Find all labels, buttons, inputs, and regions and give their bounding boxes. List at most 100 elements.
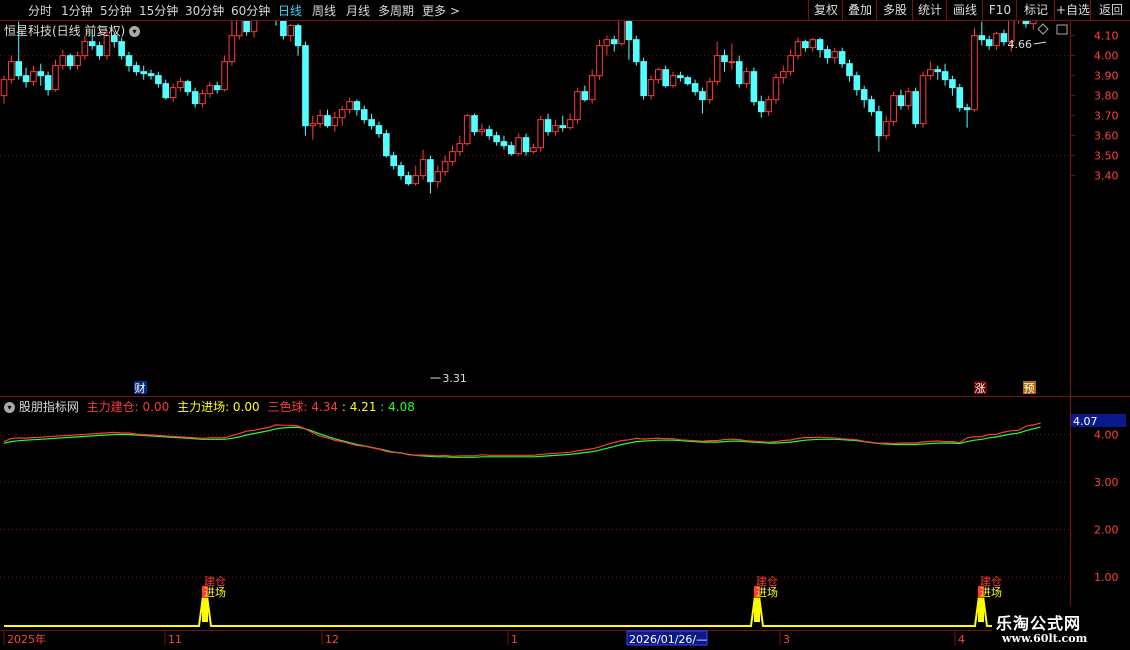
candle bbox=[655, 67, 662, 84]
price-tick-label-11: 3.50 bbox=[1094, 150, 1119, 163]
candle-body bbox=[360, 109, 368, 121]
toolbar-button-3[interactable]: 统计 bbox=[912, 0, 947, 20]
candle-body bbox=[647, 79, 655, 97]
toolbar-button-7[interactable]: +自选 bbox=[1054, 0, 1091, 20]
candle-body bbox=[66, 55, 74, 67]
stock-title[interactable]: 恒星科技(日线 前复权) ▾ bbox=[4, 22, 141, 39]
candle-body bbox=[978, 35, 986, 41]
candle bbox=[456, 135, 464, 156]
candle-body bbox=[390, 155, 397, 167]
candle-body bbox=[684, 77, 692, 85]
period-tab-5[interactable]: 60分钟 bbox=[231, 2, 270, 19]
candle-body bbox=[338, 109, 346, 119]
candle bbox=[162, 79, 170, 100]
candle-body bbox=[1029, 21, 1037, 25]
candle-body bbox=[37, 71, 45, 77]
candle bbox=[618, 21, 625, 46]
toolbar-button-0[interactable]: 复权 bbox=[808, 0, 843, 20]
candle bbox=[360, 105, 368, 124]
candle-body bbox=[162, 83, 170, 99]
candle-body bbox=[596, 45, 603, 77]
candle bbox=[905, 87, 912, 110]
candle-body bbox=[405, 175, 412, 185]
period-tab-3[interactable]: 15分钟 bbox=[139, 2, 178, 19]
candle bbox=[647, 75, 655, 100]
toolbar-button-8[interactable]: 返回 bbox=[1090, 0, 1130, 20]
candle-body bbox=[515, 137, 522, 155]
indicator-title[interactable]: ▾ 股朋指标网 主力建仓: 0.00 主力进场: 0.00 三色球: 4.34 … bbox=[4, 398, 415, 415]
period-tab-10[interactable]: 更多 > bbox=[422, 2, 460, 19]
candle-body bbox=[478, 129, 486, 133]
price-tick-label-4: 4.20 bbox=[1094, 21, 1119, 23]
current-value-label: 4.07 bbox=[1073, 415, 1098, 428]
candle bbox=[610, 35, 618, 52]
candle-body bbox=[794, 41, 802, 57]
signal-label-bottom-2: 进场 bbox=[980, 585, 1002, 599]
candle-body bbox=[199, 93, 206, 105]
candle bbox=[603, 35, 611, 56]
candle-body bbox=[147, 73, 155, 77]
candle bbox=[324, 109, 331, 128]
candle bbox=[853, 71, 861, 96]
candle bbox=[978, 21, 986, 46]
toolbar-button-5[interactable]: F10 bbox=[982, 0, 1017, 20]
candle-body bbox=[118, 41, 125, 57]
ind-tick-label-0: 4.00 bbox=[1094, 429, 1119, 442]
candle-body bbox=[949, 79, 956, 89]
candle bbox=[441, 155, 449, 176]
period-tab-9[interactable]: 多周期 bbox=[378, 2, 414, 19]
candle bbox=[397, 161, 405, 180]
toolbar-button-2[interactable]: 多股 bbox=[876, 0, 913, 20]
period-tab-1[interactable]: 1分钟 bbox=[61, 2, 93, 19]
candle-body bbox=[294, 25, 302, 47]
candle bbox=[44, 71, 52, 96]
watermark-line1: 乐淘公式网 bbox=[996, 614, 1082, 633]
candle-body bbox=[397, 165, 405, 177]
candle bbox=[52, 59, 59, 92]
period-tab-8[interactable]: 月线 bbox=[346, 2, 370, 19]
candle-body bbox=[8, 61, 15, 81]
candle bbox=[743, 67, 750, 88]
toolbar-button-1[interactable]: 叠加 bbox=[842, 0, 877, 20]
candle bbox=[316, 109, 324, 128]
candle bbox=[191, 87, 199, 108]
candle bbox=[699, 87, 706, 114]
high-label: 4.66 bbox=[1008, 38, 1033, 51]
toolbar-button-6[interactable]: 标记 bbox=[1016, 0, 1055, 20]
title-dropdown-icon[interactable]: ▾ bbox=[129, 26, 141, 37]
period-tab-4[interactable]: 30分钟 bbox=[185, 2, 224, 19]
candle-body bbox=[559, 125, 567, 129]
candle bbox=[81, 35, 89, 60]
candle bbox=[500, 135, 508, 150]
candle-body bbox=[243, 21, 250, 33]
candle bbox=[632, 35, 640, 66]
candle bbox=[485, 125, 493, 140]
candle bbox=[213, 81, 221, 94]
candle bbox=[765, 95, 772, 116]
candle-body bbox=[493, 135, 500, 143]
candle bbox=[713, 41, 721, 86]
toolbar-button-4[interactable]: 画线 bbox=[946, 0, 983, 20]
candle-body bbox=[581, 91, 589, 101]
candle bbox=[125, 51, 133, 72]
candle bbox=[478, 123, 486, 136]
indicator-dropdown-icon[interactable]: ▾ bbox=[4, 402, 15, 413]
candle bbox=[941, 63, 949, 86]
candle-body bbox=[59, 55, 67, 67]
candle bbox=[691, 79, 699, 96]
candle-body bbox=[375, 125, 383, 135]
candle-body bbox=[346, 101, 353, 111]
candle bbox=[640, 57, 647, 100]
window-icon bbox=[1056, 24, 1068, 35]
candle bbox=[22, 67, 30, 88]
candle bbox=[184, 79, 192, 96]
period-tab-6[interactable]: 日线 bbox=[278, 2, 302, 19]
period-tab-2[interactable]: 5分钟 bbox=[100, 2, 132, 19]
candle-body bbox=[875, 111, 883, 137]
candle-body bbox=[191, 91, 199, 105]
period-tab-7[interactable]: 周线 bbox=[312, 2, 336, 19]
period-tab-0[interactable]: 分时 bbox=[28, 2, 52, 19]
candle bbox=[287, 23, 295, 42]
candle-body bbox=[963, 107, 971, 111]
signal-label-bottom-0: 进场 bbox=[204, 585, 226, 599]
